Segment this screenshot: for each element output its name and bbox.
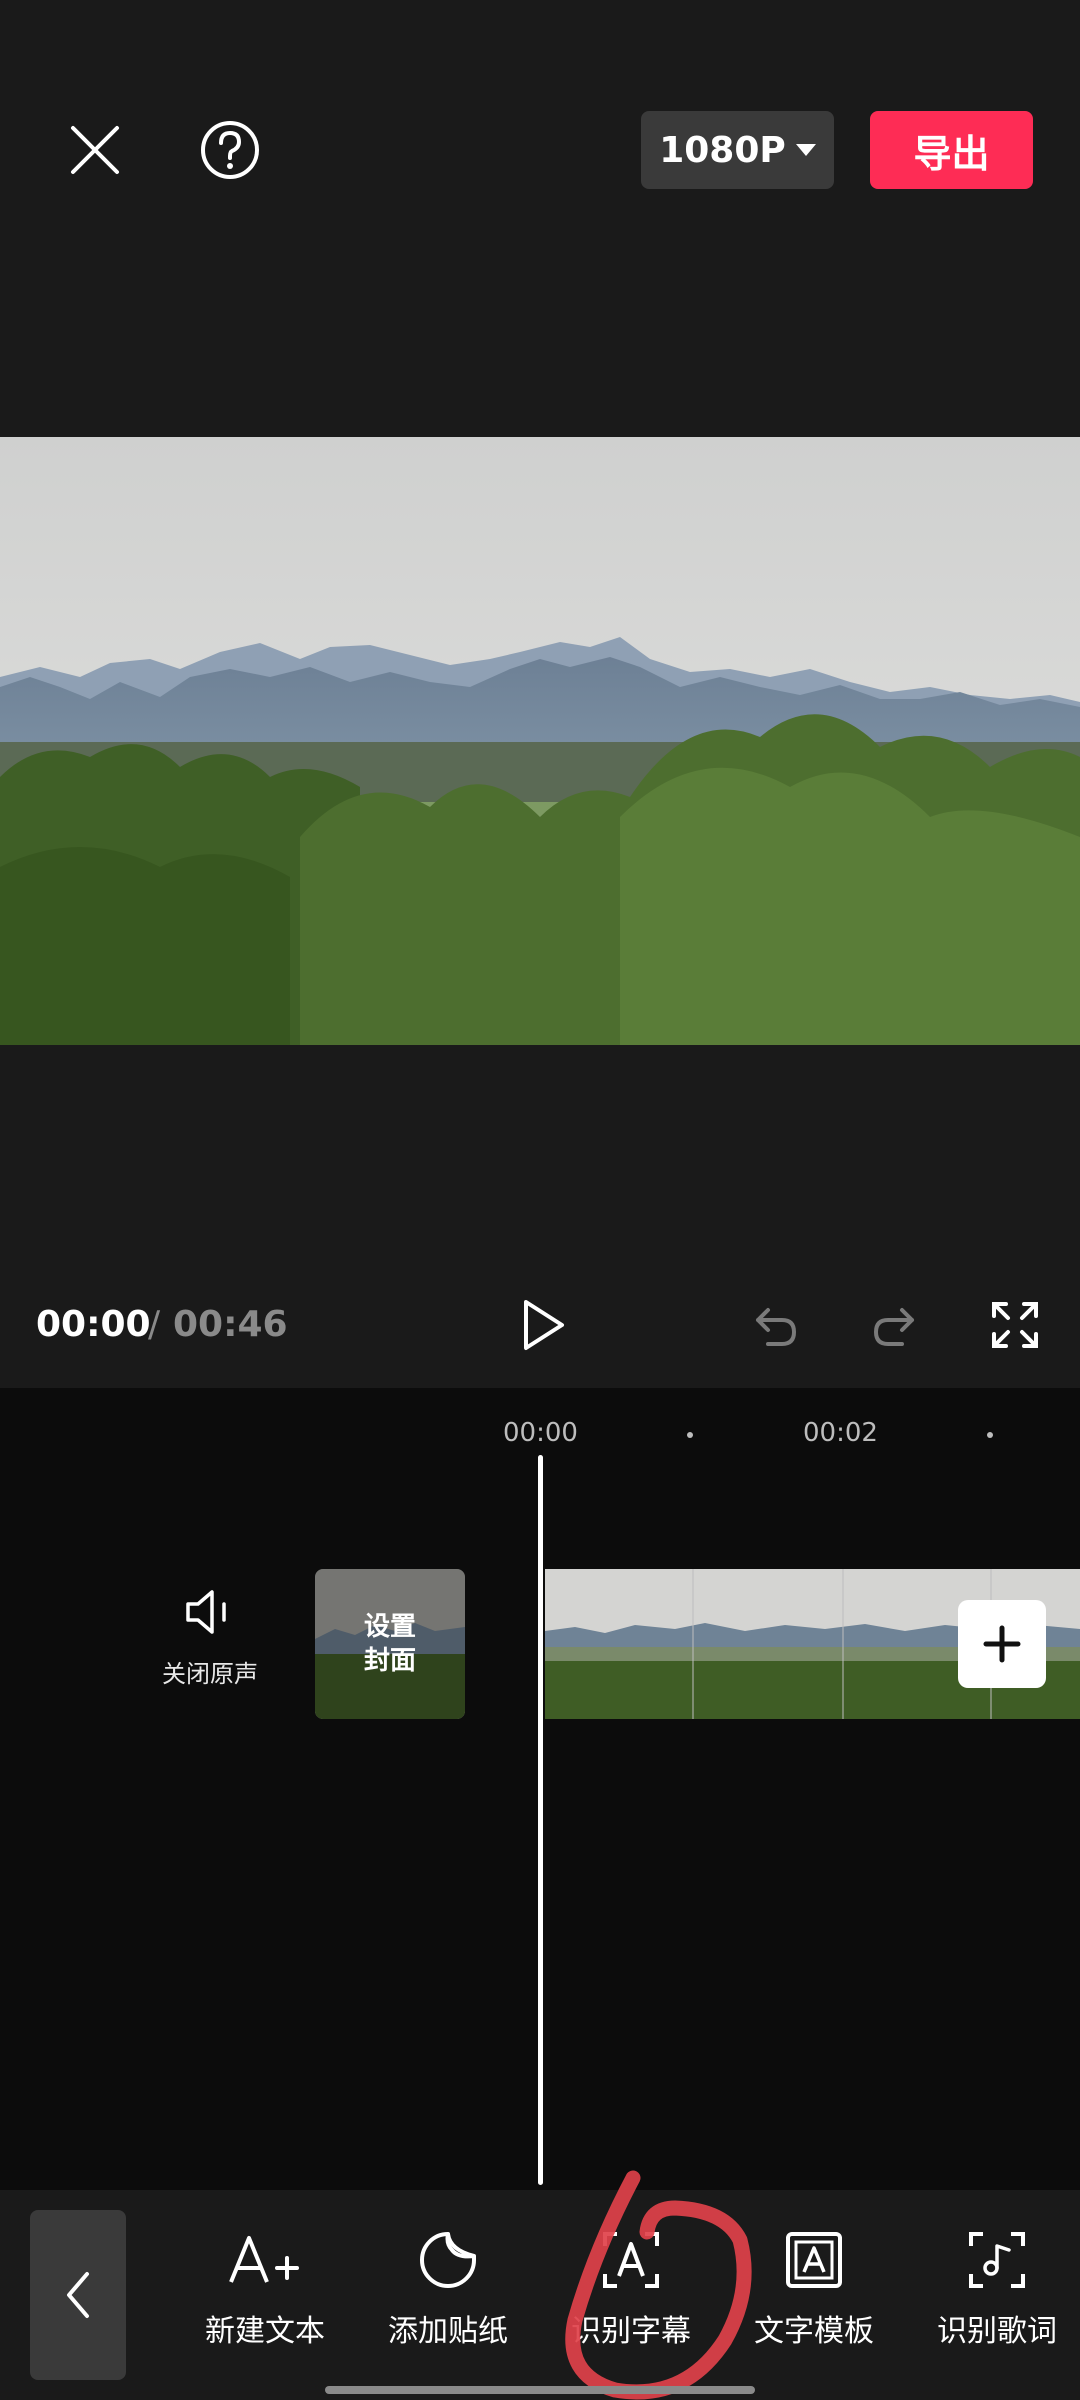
- time-separator: /: [148, 1304, 161, 1345]
- sticker-icon: [420, 2232, 476, 2288]
- total-time: 00:46: [173, 1304, 288, 1345]
- caption-recognize-icon: [603, 2232, 659, 2288]
- text-template-icon: [786, 2232, 842, 2288]
- chevron-down-icon: [795, 144, 816, 156]
- time-ruler-label: 00:02: [803, 1418, 878, 1448]
- add-clip-button[interactable]: [958, 1600, 1046, 1688]
- playback-controls: 00:00 / 00:46: [0, 1270, 1080, 1388]
- top-bar: 1080P 导出: [0, 0, 1080, 300]
- playhead[interactable]: [538, 1455, 543, 2185]
- toolbar-item-label: 新建文本: [205, 2314, 325, 2349]
- plus-icon: [983, 1625, 1021, 1663]
- resolution-label: 1080P: [659, 129, 786, 171]
- play-icon[interactable]: [508, 1290, 578, 1360]
- resolution-dropdown[interactable]: 1080P: [641, 111, 834, 189]
- toolbar-item-label: 识别歌词: [937, 2314, 1057, 2349]
- toolbar-item-label: 文字模板: [754, 2314, 874, 2349]
- current-time: 00:00: [36, 1304, 151, 1345]
- toolbar-item-new-text[interactable]: 新建文本: [180, 2230, 350, 2350]
- toolbar-item-label: 添加贴纸: [388, 2314, 508, 2349]
- cover-label: 设置 封面: [315, 1569, 465, 1719]
- set-cover-button[interactable]: 设置 封面: [315, 1569, 465, 1719]
- toolbar-item-recognize-captions[interactable]: 识别字幕: [546, 2230, 716, 2350]
- back-button[interactable]: [30, 2210, 126, 2380]
- toolbar-item-add-sticker[interactable]: 添加贴纸: [363, 2230, 533, 2350]
- fullscreen-icon[interactable]: [980, 1290, 1050, 1360]
- chevron-left-icon: [67, 2272, 89, 2318]
- mute-original-audio-button[interactable]: 关闭原声: [150, 1588, 270, 1689]
- toolbar-item-text-template[interactable]: 文字模板: [729, 2230, 899, 2350]
- lyrics-recognize-icon: [969, 2232, 1025, 2288]
- text-toolbar: 新建文本 添加贴纸 识别字幕 文字模板 识别歌词: [0, 2190, 1080, 2400]
- mute-label: 关闭原声: [162, 1660, 258, 1688]
- close-icon[interactable]: [55, 110, 135, 190]
- undo-icon[interactable]: [740, 1290, 810, 1360]
- add-text-icon: [229, 2236, 299, 2283]
- export-button[interactable]: 导出: [870, 111, 1033, 189]
- toolbar-item-recognize-lyrics[interactable]: 识别歌词: [912, 2230, 1080, 2350]
- video-preview[interactable]: [0, 437, 1080, 1045]
- time-ruler-label: 00:00: [503, 1418, 578, 1448]
- toolbar-item-label: 识别字幕: [571, 2314, 691, 2349]
- help-icon[interactable]: [190, 110, 270, 190]
- home-indicator[interactable]: [325, 2386, 755, 2394]
- redo-icon[interactable]: [860, 1290, 930, 1360]
- time-ruler-dot: [987, 1432, 993, 1438]
- speaker-icon: [186, 1590, 226, 1634]
- time-ruler-dot: [687, 1432, 693, 1438]
